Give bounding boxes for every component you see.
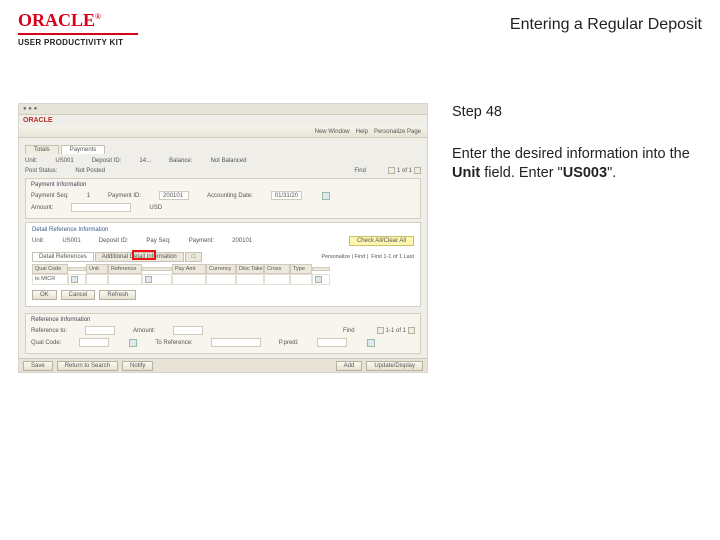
ss-cell-cross[interactable] — [264, 274, 290, 285]
ss-cell-reference[interactable] — [108, 274, 142, 285]
ss-ref-pager: 1-1 of 1 — [377, 327, 415, 334]
brand-block: ORACLE® USER PRODUCTIVITY KIT — [18, 10, 168, 47]
ss-detail-ref-title: Detail Reference Information — [32, 227, 414, 233]
ss-find-label[interactable]: Find — [354, 168, 366, 174]
ss-ref-prev[interactable] — [377, 327, 384, 334]
ss-poststatus-value: Not Posted — [75, 168, 105, 174]
ss-dr-unit-label: Unit: — [32, 238, 44, 244]
lookup-icon[interactable] — [145, 276, 152, 283]
calendar-icon[interactable] — [322, 192, 330, 200]
ss-grouptab-additional[interactable]: Additional Detail Information — [95, 252, 184, 262]
ss-grid-header: Qual Code Unit Reference Pay Amt Currenc… — [32, 264, 414, 274]
ss-ppred-input[interactable] — [317, 338, 347, 347]
ss-pager-top: 1 of 1 — [388, 167, 421, 174]
ss-grouptab-detail[interactable]: Detail References — [32, 252, 94, 262]
ss-paymentid-input[interactable]: 200101 — [159, 191, 189, 200]
ss-link-help[interactable]: Help — [356, 129, 368, 135]
ss-cell-currency[interactable] — [206, 274, 236, 285]
ss-balance-label: Balance: — [169, 158, 192, 164]
ss-return-button[interactable]: Return to Search — [57, 361, 118, 371]
ss-notify-button[interactable]: Notify — [122, 361, 153, 371]
ss-payseq-value: 1 — [87, 193, 90, 199]
ss-depositid-label: Deposit ID: — [92, 158, 122, 164]
ss-ref-next[interactable] — [408, 327, 415, 334]
ss-refto-input[interactable] — [85, 326, 115, 335]
lookup-icon[interactable] — [367, 339, 375, 347]
step-label: Step 48 — [452, 103, 702, 123]
ss-qualcode-label: Qual Code: — [31, 340, 61, 346]
ss-menubar: New Window Help Personalize Page — [19, 126, 427, 138]
ss-payment-info-panel: Payment Information Payment Seq: 1 Payme… — [25, 178, 421, 219]
ss-dr-unit-value: US001 — [62, 238, 80, 244]
ss-toref-label: To Reference: — [155, 340, 192, 346]
instruction-text: Enter the desired information into the U… — [452, 145, 702, 184]
ss-footer: Save Return to Search Notify Add Update/… — [19, 358, 427, 372]
ss-tab-payments[interactable]: Payments — [61, 145, 106, 154]
ss-cell-payamt[interactable] — [172, 274, 206, 285]
ss-poststatus-label: Post Status: — [25, 168, 57, 174]
ss-pager-prev[interactable] — [388, 167, 395, 174]
ss-amount-label: Amount: — [31, 205, 53, 211]
ss-detail-ref-panel: Detail Reference Information Unit: US001… — [25, 222, 421, 307]
ss-amount-input[interactable] — [71, 203, 131, 212]
ss-accdate-label: Accounting Date: — [207, 193, 253, 199]
ss-link-personalize[interactable]: Personalize Page — [374, 129, 421, 135]
ss-refamt-input[interactable] — [173, 326, 203, 335]
ss-unit-value: US001 — [55, 158, 73, 164]
ss-unit-label: Unit: — [25, 158, 37, 164]
ss-refresh-button[interactable]: Refresh — [99, 290, 136, 300]
ss-app-logo: ORACLE — [19, 115, 57, 126]
ss-grid-row: to MICR — [32, 274, 414, 285]
ss-depositid-value: 14... — [139, 158, 151, 164]
page-title: Entering a Regular Deposit — [510, 10, 702, 34]
ss-cell-lookup2[interactable] — [142, 274, 172, 285]
ss-cell-unit[interactable] — [86, 274, 108, 285]
ss-browser-bar: ● ● ● — [19, 104, 427, 115]
ss-dr-deposit-label: Deposit ID: — [99, 238, 129, 244]
ss-refto-label: Reference to: — [31, 328, 67, 334]
ss-update-button[interactable]: Update/Display — [366, 361, 423, 371]
ss-refamt-label: Amount: — [133, 328, 155, 334]
ss-link-newwindow[interactable]: New Window — [315, 129, 350, 135]
lookup-icon[interactable] — [71, 276, 78, 283]
lookup-icon[interactable] — [315, 276, 322, 283]
ss-pager-next[interactable] — [414, 167, 421, 174]
ss-dr-payment-value: 200101 — [232, 238, 252, 244]
ss-ok-button[interactable]: OK — [32, 290, 57, 300]
lookup-icon[interactable] — [129, 339, 137, 347]
ss-ppred-label: P.predi: — [279, 340, 299, 346]
product-name: USER PRODUCTIVITY KIT — [18, 38, 168, 47]
ss-currency: USD — [149, 205, 162, 211]
ss-qualcode-input[interactable] — [79, 338, 109, 347]
ss-cell-type[interactable] — [290, 274, 312, 285]
ss-tab-totals[interactable]: Totals — [25, 145, 59, 154]
ss-dr-payseq-label: Pay Seq: — [146, 238, 170, 244]
ss-reference-info-panel: Reference Information Reference to: Amou… — [25, 313, 421, 354]
ss-paymentid-label: Payment ID: — [108, 193, 141, 199]
ss-cell-qualcode[interactable]: to MICR — [32, 274, 68, 285]
ss-add-button[interactable]: Add — [336, 361, 363, 371]
embedded-screenshot: ● ● ● ORACLE New Window Help Personalize… — [18, 103, 428, 373]
ss-grid-pager: First 1-1 of 1 Last — [371, 254, 414, 260]
ss-save-button[interactable]: Save — [23, 361, 53, 371]
ss-payment-info-header: Payment Information — [31, 182, 415, 188]
ss-toref-input[interactable] — [211, 338, 261, 347]
ss-cell-lookup3[interactable] — [312, 274, 330, 285]
ss-ref-find[interactable]: Find — [343, 328, 355, 334]
logo-underline — [18, 33, 138, 35]
ss-grouptab-expand[interactable]: □ — [185, 252, 203, 262]
ss-reference-info-header: Reference Information — [31, 317, 415, 323]
ss-check-all-button[interactable]: Check All/Clear All — [349, 236, 414, 246]
ss-accdate-input[interactable]: 01/31/20 — [271, 191, 302, 200]
oracle-logo: ORACLE® — [18, 10, 168, 31]
ss-balance-value: Not Balanced — [210, 158, 246, 164]
instruction-pane: Step 48 Enter the desired information in… — [452, 103, 702, 373]
ss-cancel-button[interactable]: Cancel — [61, 290, 96, 300]
ss-cell-disc[interactable] — [236, 274, 264, 285]
ss-dr-payment-label: Payment: — [189, 238, 214, 244]
ss-cell-lookup1[interactable] — [68, 274, 86, 285]
ss-grid-personalize[interactable]: Personalize | Find | — [321, 254, 368, 260]
ss-tabs: Totals Payments — [25, 145, 421, 154]
ss-payseq-label: Payment Seq: — [31, 193, 69, 199]
